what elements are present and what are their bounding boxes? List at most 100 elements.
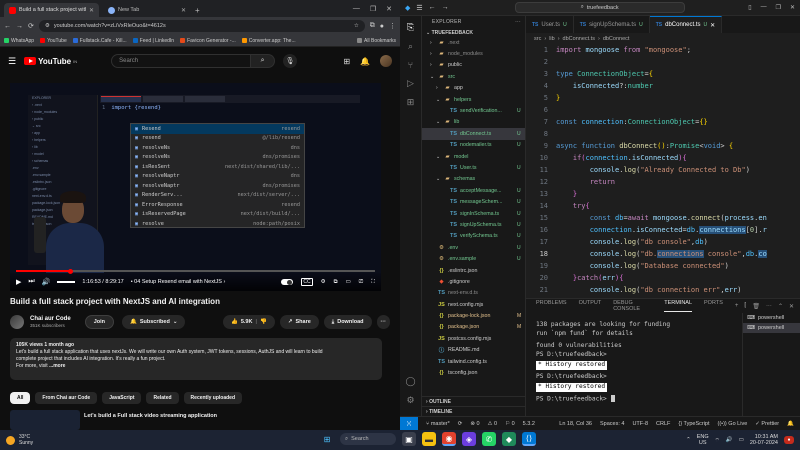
account-icon[interactable]: ◯ — [405, 376, 415, 387]
close-tab-icon[interactable]: ✕ — [710, 22, 715, 29]
panel-tab-terminal[interactable]: TERMINAL — [664, 300, 693, 312]
chip-recently-uploaded[interactable]: Recently uploaded — [183, 392, 242, 404]
editor-tab[interactable]: TS User.ts U — [526, 16, 574, 33]
extensions-icon[interactable]: ⧉ — [370, 22, 375, 30]
file-item[interactable]: TS tailwind.config.ts — [422, 356, 525, 367]
panel-tab-output[interactable]: OUTPUT — [579, 300, 602, 312]
join-button[interactable]: Join — [84, 315, 114, 329]
battery-icon[interactable]: ▭ — [739, 437, 744, 443]
file-item[interactable]: JS postcss.config.mjs — [422, 333, 525, 344]
folder-item[interactable]: ⌄ ▰ model — [422, 151, 525, 162]
ports-count[interactable]: ⚐ 0 — [505, 421, 515, 427]
breadcrumb-item[interactable]: src — [534, 36, 541, 42]
file-item[interactable]: ⚙ .env U — [422, 242, 525, 253]
remote-icon[interactable]: ⟩⟨ — [400, 416, 418, 430]
file-item[interactable]: {} package-lock.json M — [422, 310, 525, 321]
file-item[interactable]: TS messageSchem... U — [422, 196, 525, 207]
chrome-icon[interactable]: ◉ — [442, 432, 456, 446]
weather-widget[interactable]: 33°C Sunny — [6, 434, 86, 446]
sync-icon[interactable]: ⟳ — [458, 421, 463, 427]
file-item[interactable]: TS acceptMessage... U — [422, 185, 525, 196]
folder-item[interactable]: ⌄ ▰ schemas — [422, 174, 525, 185]
app-icon[interactable]: ◆ — [502, 432, 516, 446]
breadcrumb-item[interactable]: lib — [549, 36, 555, 42]
command-center[interactable]: ⌕ truefeedback — [514, 2, 685, 13]
terminal-instance[interactable]: ⌨ powershell — [743, 313, 800, 323]
video-player[interactable]: EXPLORER › .next › node_modules › public ⌄ s… — [10, 83, 381, 291]
maximize-icon[interactable]: ❐ — [370, 5, 376, 13]
file-item[interactable]: TS signInSchema.ts U — [422, 208, 525, 219]
close-panel-icon[interactable]: ✕ — [789, 303, 794, 310]
ts-version[interactable]: 5.3.2 — [523, 421, 535, 427]
branch-indicator[interactable]: ⑂ master* — [426, 421, 450, 427]
minimize-icon[interactable]: — — [761, 4, 767, 11]
notifications-icon[interactable]: 🔔 — [360, 57, 370, 66]
app-icon[interactable]: ◈ — [462, 432, 476, 446]
volume-icon[interactable]: 🔊 — [42, 278, 51, 286]
file-item[interactable]: {} tsconfig.json — [422, 367, 525, 378]
folder-item[interactable]: › ▰ public — [422, 60, 525, 71]
task-view-icon[interactable]: ▣ — [402, 432, 416, 446]
channel-name[interactable]: Chai aur Code — [30, 316, 71, 322]
next-video-icon[interactable]: ⏭ — [28, 278, 34, 286]
folder-item[interactable]: ⌄ ▰ src — [422, 71, 525, 82]
nav-forward-icon[interactable]: → — [442, 4, 449, 11]
chrome-menu-icon[interactable]: ⋮ — [389, 22, 396, 30]
chrome-tab-newtab[interactable]: New Tab ✕ — [103, 3, 191, 17]
code-editor[interactable]: 1 import mongoose from "mongoose"; 2 3 type … — [526, 44, 800, 330]
panel-tab-ports[interactable]: PORTS — [704, 300, 723, 312]
chip-related[interactable]: Related — [146, 392, 179, 404]
notification-badge-icon[interactable]: ● — [784, 436, 794, 444]
hamburger-menu-icon[interactable]: ☰ — [8, 56, 16, 67]
trash-icon[interactable]: 🗑 — [752, 303, 760, 310]
whatsapp-icon[interactable]: ✆ — [482, 432, 496, 446]
file-item[interactable]: TS User.ts U — [422, 162, 525, 173]
maximize-panel-icon[interactable]: ⌃ — [778, 303, 783, 310]
wifi-icon[interactable]: ⌔ — [715, 437, 720, 444]
address-bar[interactable]: ⚙ youtube.com/watch?v=zLiVxRleOuo&t=4612… — [38, 20, 365, 32]
show-more-link[interactable]: ...more — [49, 363, 65, 369]
source-control-icon[interactable]: ⑂ — [408, 60, 413, 70]
tray-chevron-up-icon[interactable]: ⌃ — [686, 437, 691, 443]
terminal-output[interactable]: 138 packages are looking for funding run… — [536, 321, 736, 404]
language-mode[interactable]: {} TypeScript — [678, 421, 709, 427]
file-item[interactable]: ⓘ README.md — [422, 345, 525, 356]
reload-icon[interactable]: ⟳ — [28, 22, 34, 30]
share-button[interactable]: ↗ Share — [279, 315, 319, 329]
outline-section[interactable]: › OUTLINE — [422, 396, 526, 406]
new-tab-icon[interactable]: + — [195, 6, 200, 15]
all-bookmarks[interactable]: All Bookmarks — [357, 38, 396, 44]
voice-search-icon[interactable]: 🎙 — [283, 54, 298, 68]
file-item[interactable]: TS next-env.d.ts — [422, 288, 525, 299]
indentation[interactable]: Spaces: 4 — [600, 421, 624, 427]
file-item[interactable]: ◆ .gitignore — [422, 276, 525, 287]
vscode-icon[interactable]: ⟨⟩ — [522, 432, 536, 446]
search-icon[interactable]: ⌕ — [408, 41, 413, 52]
more-icon[interactable]: ··· — [766, 303, 772, 310]
bookmark-youtube[interactable]: YouTube — [40, 38, 67, 44]
video-chapter[interactable]: • 04 Setup Resend email with NextJS › — [131, 279, 226, 285]
file-item[interactable]: ⚙ .env.sample U — [422, 253, 525, 264]
split-terminal-icon[interactable]: ⫿ — [744, 303, 746, 310]
bookmark-converter[interactable]: Converter.app: The... — [241, 38, 296, 44]
autoplay-toggle[interactable] — [281, 279, 294, 285]
bookmark-favicon-generator[interactable]: Favicon Generator -... — [180, 38, 236, 44]
explorer-icon[interactable]: ⎘ — [407, 22, 414, 33]
file-item[interactable]: JS next.config.mjs — [422, 299, 525, 310]
editor-tab[interactable]: TS signUpSchema.ts U — [574, 16, 650, 33]
folder-item[interactable]: ⌄ ▰ helpers — [422, 94, 525, 105]
workspace-root[interactable]: ⌄ TRUEFEEDBACK — [422, 28, 525, 37]
run-debug-icon[interactable]: ▷ — [407, 78, 414, 89]
taskbar-search[interactable]: ⌕ Search — [340, 433, 396, 445]
site-info-icon[interactable]: ⚙ — [45, 23, 50, 29]
chip-javascript[interactable]: JavaScript — [102, 392, 142, 404]
search-button[interactable]: ⌕ — [251, 54, 276, 68]
folder-item[interactable]: ⌄ ▰ lib — [422, 117, 525, 128]
download-button[interactable]: ⤓ Download — [323, 315, 372, 329]
minimize-icon[interactable]: — — [353, 5, 360, 12]
fullscreen-icon[interactable]: ⛶ — [371, 279, 375, 286]
breadcrumb-item[interactable]: dbConnect — [603, 36, 630, 42]
notifications-bell-icon[interactable]: 🔔 — [787, 421, 794, 427]
file-explorer-icon[interactable]: ▬ — [422, 432, 436, 446]
start-windows-icon[interactable]: ⊞ — [320, 432, 334, 446]
